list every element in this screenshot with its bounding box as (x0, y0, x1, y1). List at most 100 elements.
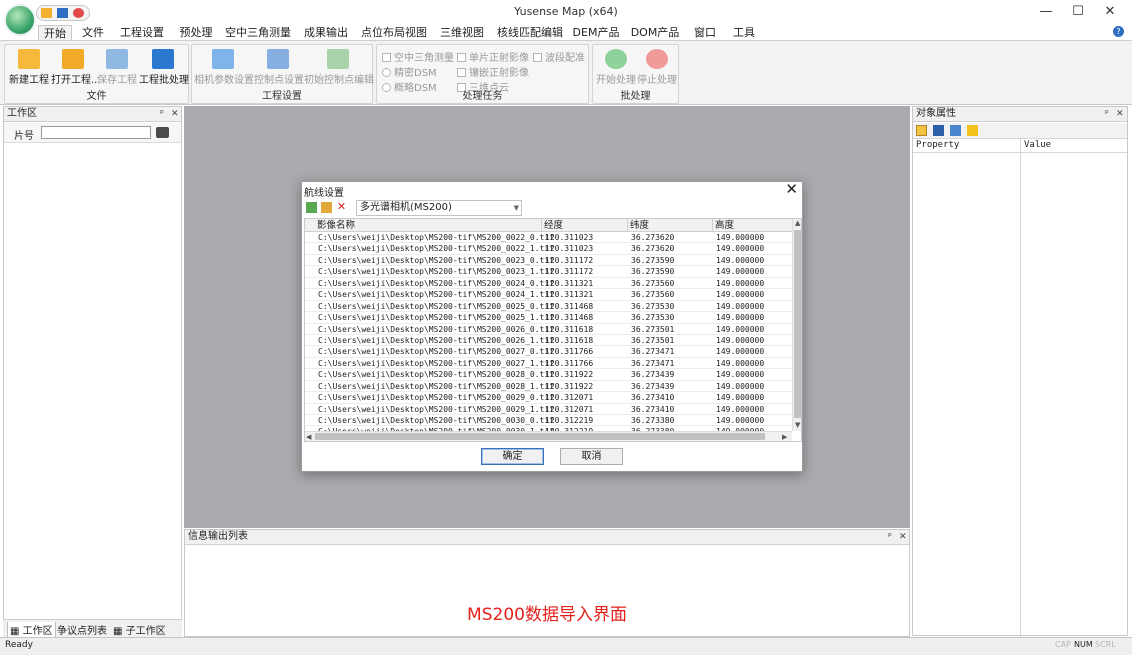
locate-icon[interactable] (156, 127, 169, 138)
table-row[interactable]: C:\Users\weiji\Desktop\MS200-tif\MS200_0… (305, 369, 793, 381)
table-row[interactable]: C:\Users\weiji\Desktop\MS200-tif\MS200_0… (305, 346, 793, 358)
horizontal-scroll-thumb[interactable] (315, 433, 765, 440)
cell-altitude: 149.000000 (716, 255, 765, 265)
cell-image-path: C:\Users\weiji\Desktop\MS200-tif\MS200_0… (318, 358, 555, 368)
scroll-down-icon[interactable]: ▼ (795, 421, 800, 429)
tab-file[interactable]: 文件 (78, 25, 108, 41)
pin-icon[interactable]: ᵖ (1105, 107, 1109, 121)
open-folder-icon[interactable] (321, 202, 332, 213)
property-pages-icon[interactable] (950, 125, 961, 136)
table-row[interactable]: C:\Users\weiji\Desktop\MS200-tif\MS200_0… (305, 255, 793, 267)
batch-project-button[interactable]: 工程批处理 (139, 49, 189, 86)
dialog-toolbar: ✕ 多光谱相机(MS200) ▼ (304, 200, 800, 217)
tab-output[interactable]: 成果输出 (300, 25, 352, 41)
tab-aerial-triangulation[interactable]: 空中三角测量 (225, 25, 291, 41)
table-row[interactable]: C:\Users\weiji\Desktop\MS200-tif\MS200_0… (305, 415, 793, 427)
tab-workspace[interactable]: ▦ 工作区 (7, 622, 56, 638)
add-images-icon[interactable] (306, 202, 317, 213)
cell-image-path: C:\Users\weiji\Desktop\MS200-tif\MS200_0… (318, 301, 555, 311)
cell-latitude: 36.273380 (631, 416, 675, 425)
cell-latitude: 36.273439 (631, 381, 675, 391)
start-processing-button[interactable]: 开始处理 (594, 49, 638, 86)
new-project-button[interactable]: 新建工程 (7, 49, 51, 86)
tab-tools[interactable]: 工具 (729, 25, 759, 41)
tab-sub-workspace[interactable]: ▦ 子工作区 (113, 622, 166, 637)
table-row[interactable]: C:\Users\weiji\Desktop\MS200-tif\MS200_0… (305, 289, 793, 301)
camera-select[interactable]: 多光谱相机(MS200) ▼ (356, 200, 522, 216)
cell-latitude: 36.273530 (631, 301, 675, 311)
scroll-up-icon[interactable]: ▲ (795, 219, 800, 227)
table-row[interactable]: C:\Users\weiji\Desktop\MS200-tif\MS200_0… (305, 335, 793, 347)
initial-control-edit-button[interactable]: 初始控制点编辑 (304, 49, 374, 86)
control-point-button[interactable]: 控制点设置 (254, 49, 304, 86)
panel-close-icon[interactable]: ✕ (899, 530, 907, 544)
table-row[interactable]: C:\Users\weiji\Desktop\MS200-tif\MS200_0… (305, 301, 793, 313)
tab-3d-view[interactable]: 三维视图 (436, 25, 488, 41)
camera-params-button[interactable]: 相机参数设置 (194, 49, 254, 86)
scroll-right-icon[interactable]: ▶ (782, 433, 787, 441)
precise-dsm-radio[interactable]: 精密DSM (382, 64, 437, 79)
cell-latitude: 36.273471 (631, 347, 675, 357)
ok-button[interactable]: 确定 (481, 448, 544, 465)
table-row[interactable]: C:\Users\weiji\Desktop\MS200-tif\MS200_0… (305, 358, 793, 370)
column-altitude[interactable]: 高度 (713, 219, 793, 232)
categorized-icon[interactable] (916, 125, 927, 136)
cancel-button[interactable]: 取消 (560, 448, 623, 465)
table-row[interactable]: C:\Users\weiji\Desktop\MS200-tif\MS200_0… (305, 324, 793, 335)
tab-project-settings[interactable]: 工程设置 (117, 25, 167, 41)
mosaic-ortho-checkbox[interactable]: 镶嵌正射影像 (457, 64, 529, 79)
piece-number-input[interactable] (41, 126, 151, 139)
cell-longitude: 120.312219 (545, 416, 594, 425)
scroll-left-icon[interactable]: ◀ (306, 433, 311, 441)
tab-layout-view[interactable]: 点位布局视图 (361, 25, 427, 41)
help-icon[interactable]: ? (1113, 26, 1124, 37)
tab-dom[interactable]: DOM产品 (629, 25, 681, 41)
table-row[interactable]: C:\Users\weiji\Desktop\MS200-tif\MS200_0… (305, 392, 793, 404)
panel-close-icon[interactable]: ✕ (1116, 107, 1124, 121)
table-row[interactable]: C:\Users\weiji\Desktop\MS200-tif\MS200_0… (305, 381, 793, 393)
sort-alpha-icon[interactable] (933, 125, 944, 136)
pin-icon[interactable]: ᵖ (888, 530, 892, 544)
single-ortho-checkbox[interactable]: 单片正射影像 (457, 49, 529, 64)
num-lock-indicator: NUM (1074, 640, 1093, 649)
table-row[interactable]: C:\Users\weiji\Desktop\MS200-tif\MS200_0… (305, 232, 793, 244)
app-logo-icon[interactable] (4, 4, 36, 36)
dialog-close-icon[interactable]: ✕ (785, 180, 798, 198)
vertical-scrollbar[interactable]: ▲ ▼ (792, 219, 801, 431)
tab-epipolar-edit[interactable]: 核线匹配编辑 (497, 25, 563, 41)
table-row[interactable]: C:\Users\weiji\Desktop\MS200-tif\MS200_0… (305, 404, 793, 415)
cell-longitude: 120.311468 (545, 313, 594, 323)
events-icon[interactable] (967, 125, 978, 136)
pin-icon[interactable]: ᵖ (160, 107, 164, 121)
ribbon-tabs: 开始 文件 工程设置 预处理 空中三角测量 成果输出 点位布局视图 三维视图 核… (0, 24, 1132, 41)
tab-disputed-points[interactable]: 争议点列表 (57, 622, 107, 637)
cell-latitude: 36.273530 (631, 313, 675, 323)
cell-longitude: 120.311321 (545, 278, 594, 288)
new-folder-icon (18, 49, 40, 69)
band-registration-checkbox[interactable]: 波段配准 (533, 49, 585, 64)
open-project-button[interactable]: 打开工程... (51, 49, 101, 86)
minimize-button[interactable]: — (1031, 0, 1061, 24)
column-image-name[interactable]: 影像名称 (305, 219, 542, 232)
maximize-button[interactable]: ☐ (1063, 0, 1093, 24)
table-row[interactable]: C:\Users\weiji\Desktop\MS200-tif\MS200_0… (305, 266, 793, 278)
tab-dem[interactable]: DEM产品 (572, 25, 620, 41)
stop-processing-button[interactable]: 停止处理 (635, 49, 679, 86)
edit-points-icon (327, 49, 349, 69)
column-latitude[interactable]: 纬度 (628, 219, 713, 232)
tab-start[interactable]: 开始 (38, 25, 72, 41)
tab-preprocess[interactable]: 预处理 (176, 25, 216, 41)
aerial-triangulation-checkbox[interactable]: 空中三角测量 (382, 49, 454, 64)
column-longitude[interactable]: 经度 (542, 219, 628, 232)
vertical-scroll-thumb[interactable] (794, 230, 801, 418)
tab-window[interactable]: 窗口 (690, 25, 720, 41)
close-button[interactable]: ✕ (1095, 0, 1125, 24)
save-project-button[interactable]: 保存工程 (95, 49, 139, 86)
table-row[interactable]: C:\Users\weiji\Desktop\MS200-tif\MS200_0… (305, 312, 793, 324)
table-row[interactable]: C:\Users\weiji\Desktop\MS200-tif\MS200_0… (305, 278, 793, 290)
scroll-lock-indicator: SCRL (1095, 640, 1116, 649)
panel-close-icon[interactable]: ✕ (171, 107, 179, 121)
delete-icon[interactable]: ✕ (336, 201, 347, 213)
table-row[interactable]: C:\Users\weiji\Desktop\MS200-tif\MS200_0… (305, 243, 793, 255)
horizontal-scrollbar[interactable]: ◀ ▶ (305, 431, 792, 441)
